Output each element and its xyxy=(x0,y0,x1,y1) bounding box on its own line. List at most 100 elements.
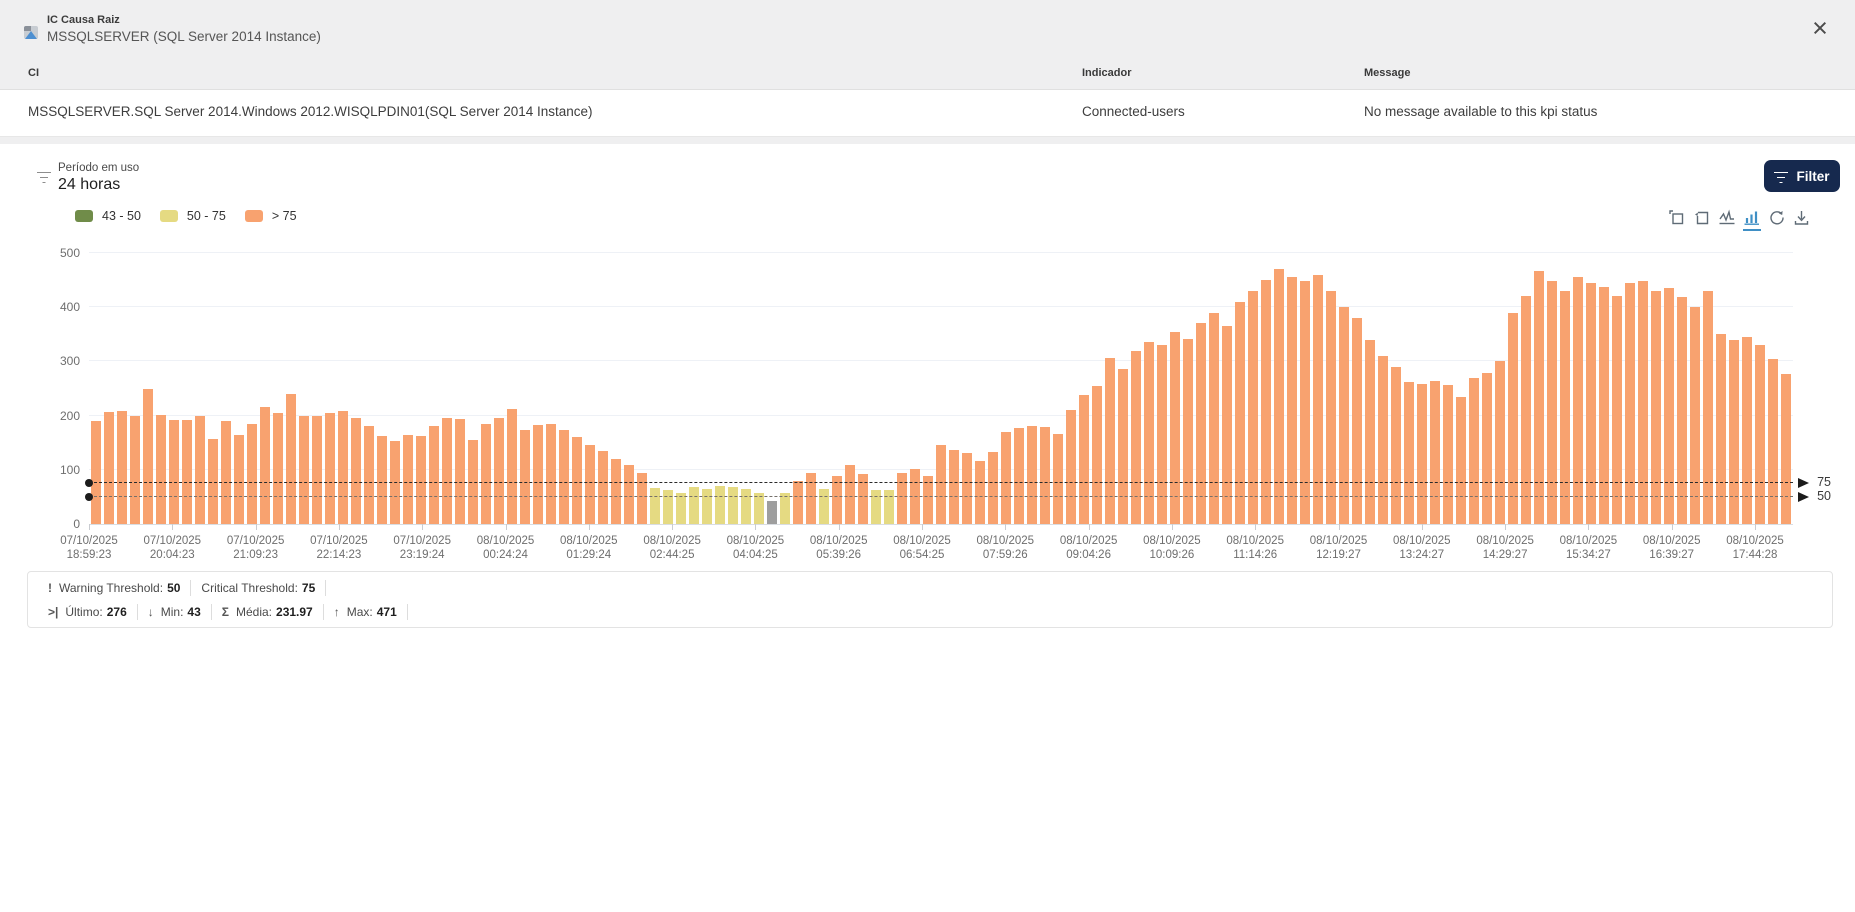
bar[interactable] xyxy=(221,421,231,524)
bar[interactable] xyxy=(533,425,543,524)
bar[interactable] xyxy=(247,424,257,524)
bar[interactable] xyxy=(845,465,855,524)
bar[interactable] xyxy=(741,489,751,524)
bar[interactable] xyxy=(1677,297,1687,524)
bar[interactable] xyxy=(1079,395,1089,524)
bar[interactable] xyxy=(351,418,361,524)
threshold-line-50[interactable]: 50 xyxy=(89,496,1793,497)
bar[interactable] xyxy=(1690,307,1700,524)
filter-button[interactable]: Filter xyxy=(1764,160,1840,192)
bar[interactable] xyxy=(728,487,738,524)
table-row[interactable]: MSSQLSERVER.SQL Server 2014.Windows 2012… xyxy=(0,89,1855,137)
bar[interactable] xyxy=(1651,291,1661,524)
bar[interactable] xyxy=(1625,283,1635,524)
bar[interactable] xyxy=(702,489,712,524)
bar[interactable] xyxy=(1105,358,1115,524)
bar[interactable] xyxy=(754,493,764,524)
bar[interactable] xyxy=(1157,345,1167,524)
bar[interactable] xyxy=(364,426,374,524)
bar[interactable] xyxy=(1638,281,1648,524)
bar[interactable] xyxy=(520,430,530,524)
bar[interactable] xyxy=(949,450,959,524)
bar[interactable] xyxy=(1118,369,1128,524)
bar[interactable] xyxy=(299,416,309,524)
bar[interactable] xyxy=(1014,428,1024,524)
bar[interactable] xyxy=(1495,361,1505,524)
bar[interactable] xyxy=(312,416,322,524)
bar[interactable] xyxy=(1703,291,1713,524)
bar[interactable] xyxy=(156,415,166,524)
bar[interactable] xyxy=(1131,351,1141,524)
bar[interactable] xyxy=(1664,288,1674,524)
bar[interactable] xyxy=(338,411,348,524)
bar[interactable] xyxy=(1222,326,1232,524)
bar[interactable] xyxy=(611,459,621,524)
bar[interactable] xyxy=(1560,291,1570,524)
period-selector[interactable]: 24 horas xyxy=(58,176,120,194)
bar[interactable] xyxy=(988,452,998,524)
bar[interactable] xyxy=(1547,281,1557,524)
bar[interactable] xyxy=(1781,374,1791,524)
legend-item-1[interactable]: 43 - 50 xyxy=(75,209,141,223)
bar[interactable] xyxy=(1339,307,1349,524)
bar[interactable] xyxy=(1443,385,1453,524)
bar[interactable] xyxy=(793,481,803,524)
bar[interactable] xyxy=(1378,356,1388,524)
bar[interactable] xyxy=(767,501,777,524)
bar[interactable] xyxy=(923,476,933,524)
bar[interactable] xyxy=(1599,287,1609,524)
bar[interactable] xyxy=(1027,426,1037,524)
bar[interactable] xyxy=(507,409,517,524)
bar[interactable] xyxy=(1755,345,1765,524)
bar[interactable] xyxy=(637,473,647,524)
bar[interactable] xyxy=(650,488,660,524)
bar[interactable] xyxy=(273,413,283,524)
bar[interactable] xyxy=(1456,397,1466,524)
bar[interactable] xyxy=(1066,410,1076,524)
bar[interactable] xyxy=(962,453,972,524)
bar[interactable] xyxy=(442,418,452,524)
bar[interactable] xyxy=(91,421,101,524)
bar[interactable] xyxy=(117,411,127,524)
bar[interactable] xyxy=(1417,384,1427,524)
zoom-select-icon[interactable] xyxy=(1668,209,1686,229)
bar[interactable] xyxy=(546,424,556,524)
bar[interactable] xyxy=(1287,277,1297,524)
bar[interactable] xyxy=(832,476,842,524)
bar[interactable] xyxy=(403,435,413,524)
bar[interactable] xyxy=(195,416,205,524)
bar[interactable] xyxy=(1209,313,1219,524)
bar[interactable] xyxy=(1313,275,1323,524)
bar[interactable] xyxy=(1235,302,1245,524)
bar[interactable] xyxy=(936,445,946,524)
bar[interactable] xyxy=(806,473,816,524)
threshold-handle-icon[interactable] xyxy=(85,493,93,501)
bar[interactable] xyxy=(1248,291,1258,524)
bar[interactable] xyxy=(1352,318,1362,524)
bar-chart-icon[interactable] xyxy=(1743,209,1761,231)
bar[interactable] xyxy=(897,473,907,524)
restore-icon[interactable] xyxy=(1768,209,1786,229)
bar[interactable] xyxy=(1430,381,1440,524)
bar[interactable] xyxy=(1092,386,1102,524)
bar[interactable] xyxy=(572,437,582,524)
legend-item-3[interactable]: > 75 xyxy=(245,209,297,223)
threshold-line-75[interactable]: 75 xyxy=(89,482,1793,483)
download-icon[interactable] xyxy=(1793,209,1811,229)
bar[interactable] xyxy=(1391,367,1401,524)
bar[interactable] xyxy=(182,420,192,524)
bar[interactable] xyxy=(377,436,387,524)
bar[interactable] xyxy=(715,486,725,524)
bar[interactable] xyxy=(169,420,179,524)
bar[interactable] xyxy=(1196,323,1206,524)
close-button[interactable]: × xyxy=(1804,12,1836,44)
bar[interactable] xyxy=(104,412,114,524)
bar[interactable] xyxy=(286,394,296,524)
bar[interactable] xyxy=(975,461,985,524)
bar[interactable] xyxy=(1404,382,1414,524)
bar[interactable] xyxy=(429,426,439,524)
bar[interactable] xyxy=(1768,359,1778,524)
bar[interactable] xyxy=(1261,280,1271,524)
bar[interactable] xyxy=(598,451,608,524)
bar[interactable] xyxy=(1612,296,1622,524)
